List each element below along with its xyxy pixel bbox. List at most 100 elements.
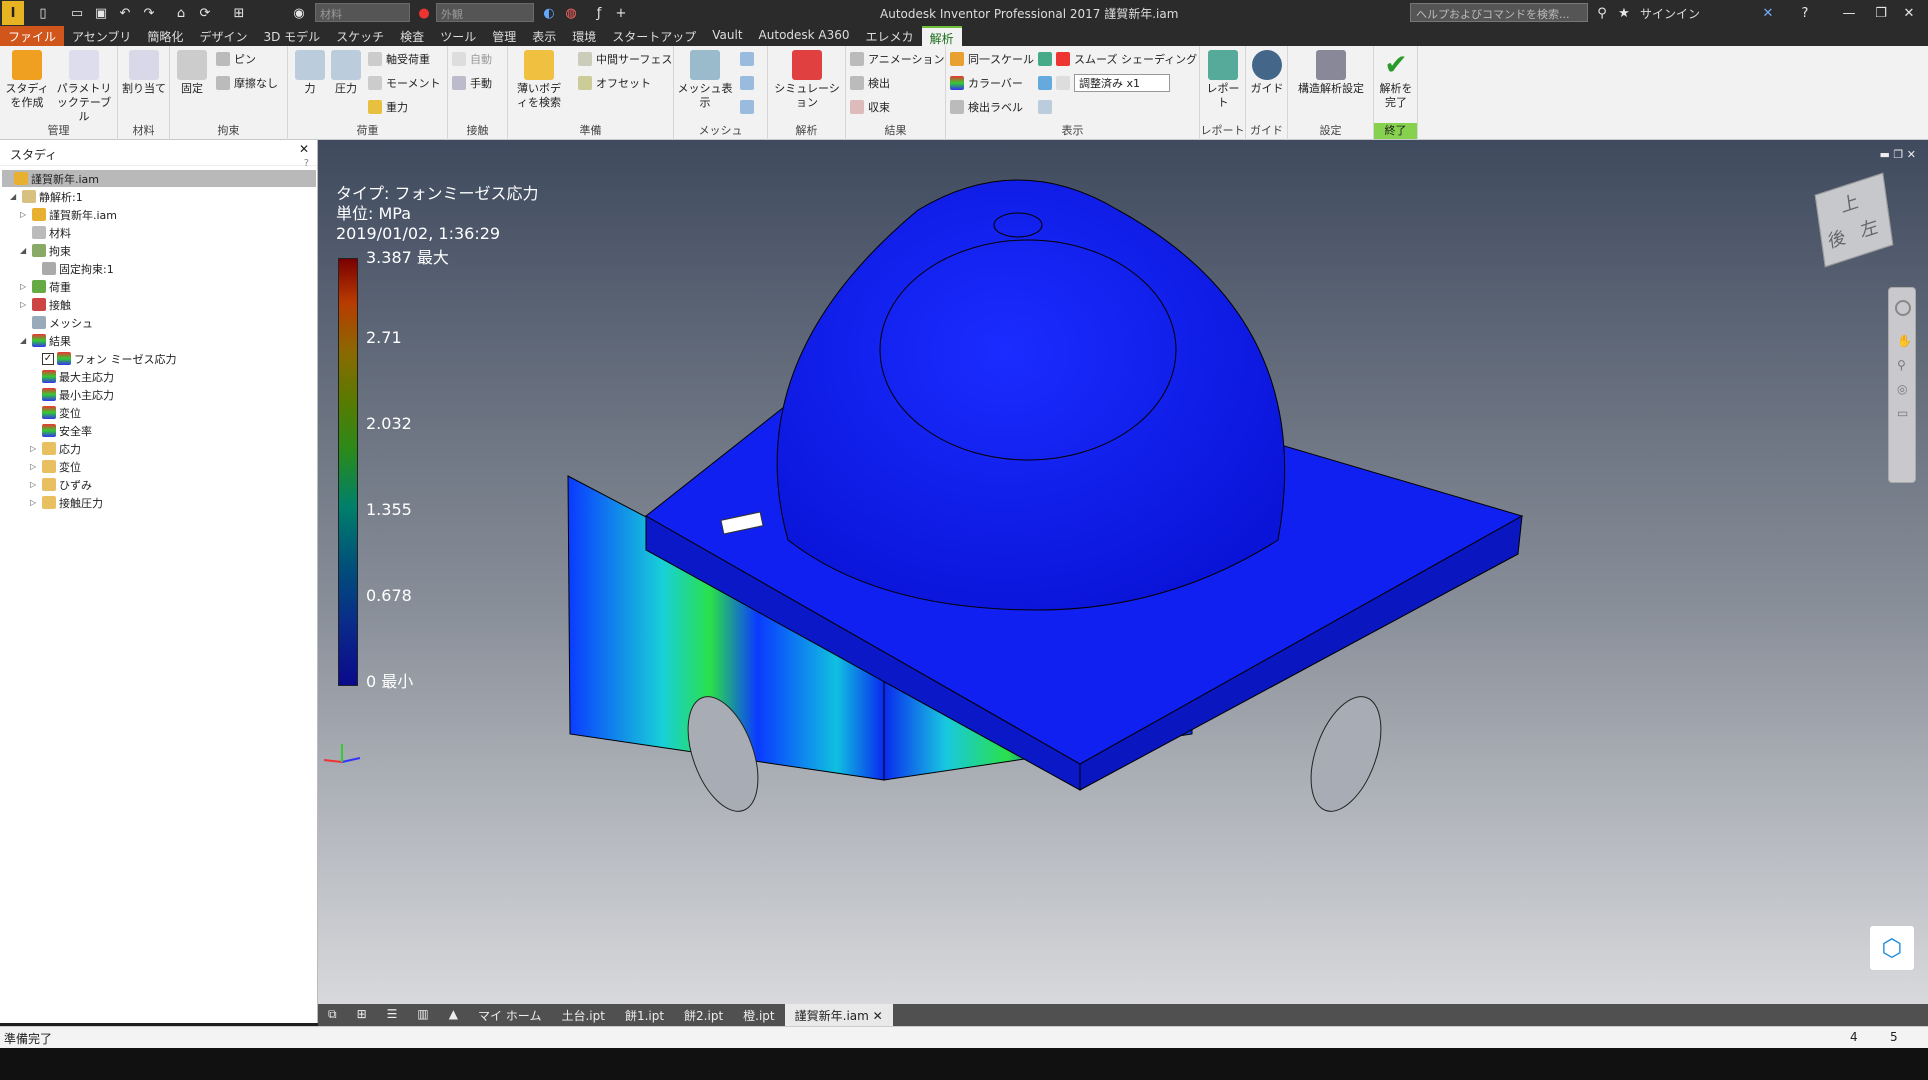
inventor-logo-icon[interactable]: I xyxy=(2,1,24,25)
same-scale-button[interactable]: 同一スケール xyxy=(950,50,1034,68)
plus-icon[interactable]: + xyxy=(612,4,630,22)
restore-icon[interactable]: ❐ xyxy=(1872,4,1890,22)
open-icon[interactable]: ▭ xyxy=(68,4,86,22)
menu-tab[interactable]: 3D モデル xyxy=(255,26,328,46)
tree-item[interactable]: 材料 xyxy=(20,224,71,241)
binoculars-icon[interactable]: ⚲ xyxy=(1594,4,1610,22)
bearing-load-button[interactable]: 軸受荷重 xyxy=(368,50,430,68)
expand-toggle-icon[interactable]: ▷ xyxy=(30,444,40,453)
probe-button[interactable]: 検出 xyxy=(850,74,890,92)
menu-tab[interactable]: ツール xyxy=(432,26,484,46)
pan-icon[interactable]: ✋ xyxy=(1897,334,1915,348)
tabs-up-icon[interactable]: ▲ xyxy=(439,1004,468,1026)
menu-tab[interactable]: Autodesk A360 xyxy=(751,26,858,46)
viewport-minimize-icon[interactable]: ▬ xyxy=(1880,148,1890,161)
document-tab[interactable]: 餅1.ipt xyxy=(615,1004,674,1026)
expand-toggle-icon[interactable]: ▷ xyxy=(30,498,40,507)
tree-item[interactable]: ▷ 荷重 xyxy=(20,278,71,295)
document-tab[interactable]: 橙.ipt xyxy=(733,1004,784,1026)
viewcube-top[interactable]: 上 xyxy=(1839,187,1860,219)
tree-item[interactable]: ✓ フォン ミーゼス応力 xyxy=(30,350,177,367)
document-tab[interactable]: マイ ホーム xyxy=(468,1004,551,1026)
menu-tab[interactable]: 表示 xyxy=(524,26,564,46)
signin-button[interactable]: サインイン xyxy=(1640,5,1700,22)
orbit-icon[interactable]: ◎ xyxy=(1897,382,1915,396)
report-button[interactable]: レポート xyxy=(1202,50,1244,110)
tree-item[interactable]: 最小主応力 xyxy=(30,386,114,403)
assign-button[interactable]: 割り当て xyxy=(122,50,166,96)
tile-icon[interactable]: ⧉ xyxy=(318,1004,347,1026)
expand-toggle-icon[interactable]: ▷ xyxy=(30,480,40,489)
convergence-settings-button[interactable] xyxy=(740,98,758,116)
undo-icon[interactable]: ↶ xyxy=(116,4,134,22)
mesh-view-button[interactable]: メッシュ表示 xyxy=(676,50,734,110)
guide-button[interactable]: ガイド xyxy=(1248,50,1286,96)
color-bar-button[interactable]: カラーバー xyxy=(950,74,1023,92)
moment-button[interactable]: モーメント xyxy=(368,74,441,92)
expand-toggle-icon[interactable]: ▷ xyxy=(20,282,30,291)
expand-toggle-icon[interactable]: ▷ xyxy=(20,300,30,309)
help-icon[interactable]: ? xyxy=(1796,4,1814,22)
boundary-button[interactable] xyxy=(1038,98,1056,116)
tree-item[interactable]: ◢ 静解析:1 xyxy=(10,188,83,205)
save-icon[interactable]: ▣ xyxy=(92,4,110,22)
menu-tab[interactable]: デザイン xyxy=(191,26,255,46)
close-tab-icon[interactable]: ✕ xyxy=(869,1009,883,1023)
simulation-button[interactable]: シミュレーション xyxy=(770,50,844,110)
tree-item[interactable]: ▷ 謹賀新年.iam xyxy=(20,206,117,223)
help-browser-icon[interactable]: ? xyxy=(304,158,309,169)
convergence-button[interactable]: 収束 xyxy=(850,98,890,116)
menu-tab[interactable]: 環境 xyxy=(564,26,604,46)
menu-tab[interactable]: 検査 xyxy=(392,26,432,46)
minimize-icon[interactable]: — xyxy=(1840,4,1858,22)
fx-icon[interactable]: ƒ xyxy=(590,4,608,22)
zoom-icon[interactable]: ⚲ xyxy=(1897,358,1915,372)
auto-contact-button[interactable]: 自動 xyxy=(452,50,492,68)
viewcube-left[interactable]: 左 xyxy=(1859,212,1880,244)
expand-toggle-icon[interactable]: ▷ xyxy=(30,462,40,471)
tree-item[interactable]: ◢ 拘束 xyxy=(20,242,71,259)
menu-tab[interactable]: 解析 xyxy=(921,26,962,46)
expand-toggle-icon[interactable]: ◢ xyxy=(20,336,30,345)
document-tab[interactable]: 謹賀新年.iam ✕ xyxy=(784,1004,893,1026)
offset-button[interactable]: オフセット xyxy=(578,74,651,92)
force-button[interactable]: 力 xyxy=(292,50,328,96)
look-at-icon[interactable]: ▭ xyxy=(1897,406,1915,420)
tree-item[interactable]: 固定拘束:1 xyxy=(30,260,114,277)
display-toggle-button[interactable]: 調整済み x1 xyxy=(1038,74,1170,92)
finish-analysis-button[interactable]: ✔ 解析を完了 xyxy=(1376,50,1416,110)
document-tab[interactable]: 土台.ipt xyxy=(551,1004,614,1026)
thin-body-button[interactable]: 薄いボディを検索 xyxy=(512,50,566,110)
tree-item[interactable]: 最大主応力 xyxy=(30,368,114,385)
menu-tab[interactable]: スケッチ xyxy=(328,26,392,46)
menu-tab[interactable]: 簡略化 xyxy=(139,26,191,46)
local-mesh-button[interactable] xyxy=(740,74,758,92)
home-icon[interactable]: ⌂ xyxy=(172,4,190,22)
create-study-button[interactable]: スタディを作成 xyxy=(4,50,50,110)
tree-item[interactable]: ▷ 接触 xyxy=(20,296,71,313)
tree-item[interactable]: ▷ 応力 xyxy=(30,440,81,457)
graphics-viewport[interactable]: タイプ: フォンミーゼス応力 単位: MPa 2019/01/02, 1:36:… xyxy=(318,140,1928,1004)
star-icon[interactable]: ★ xyxy=(1616,4,1632,22)
animation-button[interactable]: アニメーション xyxy=(850,50,945,68)
visibility-checkbox[interactable]: ✓ xyxy=(42,352,54,365)
select-icon[interactable]: ⊞ xyxy=(230,4,248,22)
expand-toggle-icon[interactable]: ◢ xyxy=(20,246,30,255)
pressure-button[interactable]: 圧力 xyxy=(328,50,364,96)
mesh-settings-button[interactable] xyxy=(740,50,758,68)
menu-tab[interactable]: エレメカ xyxy=(858,26,922,46)
new-icon[interactable]: ▯ xyxy=(34,4,52,22)
material-dropdown[interactable]: 材料 xyxy=(315,3,410,22)
tree-item[interactable]: 安全率 xyxy=(30,422,92,439)
viewport-restore-icon[interactable]: ❐ xyxy=(1893,148,1903,161)
document-tab[interactable]: 餅2.ipt xyxy=(674,1004,733,1026)
parametric-table-button[interactable]: パラメトリックテーブル xyxy=(54,50,114,124)
struct-settings-button[interactable]: 構造解析設定 xyxy=(1290,50,1372,96)
update-icon[interactable]: ⟳ xyxy=(196,4,214,22)
expand-toggle-icon[interactable]: ▷ xyxy=(20,210,30,219)
menu-tab[interactable]: Vault xyxy=(704,26,750,46)
fea-model[interactable] xyxy=(318,140,1928,1004)
gravity-button[interactable]: 重力 xyxy=(368,98,408,116)
exchange-icon[interactable]: ✕ xyxy=(1760,4,1776,22)
tree-item[interactable]: メッシュ xyxy=(20,314,93,331)
